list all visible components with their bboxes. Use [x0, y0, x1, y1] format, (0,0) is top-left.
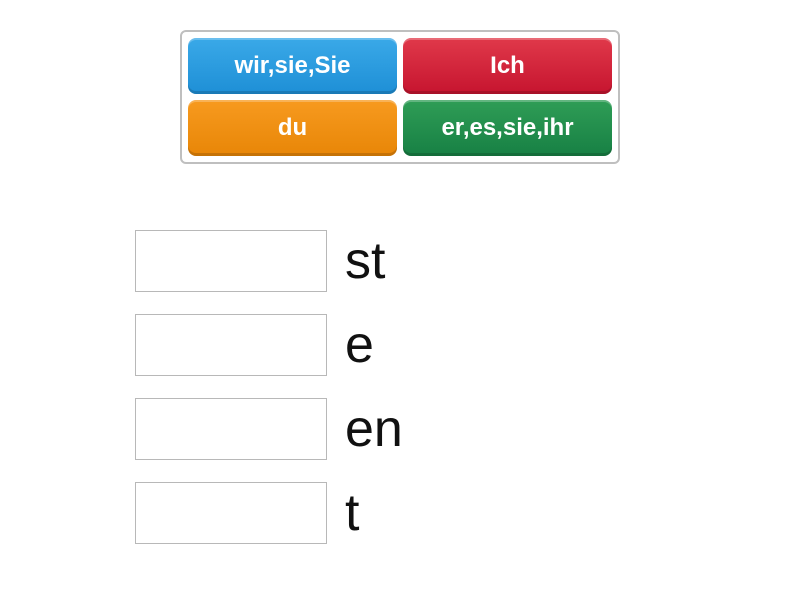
ending-label: t: [345, 487, 359, 539]
drop-slot-en[interactable]: [135, 398, 327, 460]
answer-row: st: [135, 230, 403, 292]
answer-rows: st e en t: [135, 230, 403, 566]
drop-slot-e[interactable]: [135, 314, 327, 376]
tile-wir-sie-Sie[interactable]: wir,sie,Sie: [188, 38, 397, 94]
ending-label: en: [345, 403, 403, 455]
answer-row: en: [135, 398, 403, 460]
tile-du[interactable]: du: [188, 100, 397, 156]
tile-er-es-sie-ihr[interactable]: er,es,sie,ihr: [403, 100, 612, 156]
ending-label: e: [345, 319, 374, 371]
ending-label: st: [345, 235, 385, 287]
tile-ich[interactable]: Ich: [403, 38, 612, 94]
drop-slot-t[interactable]: [135, 482, 327, 544]
answer-row: e: [135, 314, 403, 376]
answer-row: t: [135, 482, 403, 544]
tile-tray: wir,sie,Sie Ich du er,es,sie,ihr: [180, 30, 620, 164]
exercise-stage: wir,sie,Sie Ich du er,es,sie,ihr st e en…: [0, 0, 800, 600]
drop-slot-st[interactable]: [135, 230, 327, 292]
